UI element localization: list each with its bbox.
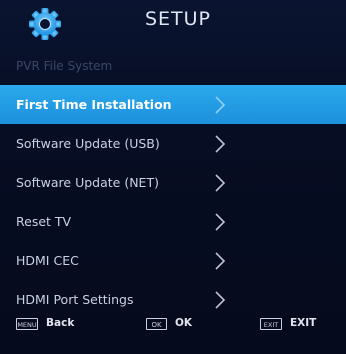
chevron-right-icon bbox=[215, 135, 226, 153]
menu-item-label: Software Update (NET) bbox=[16, 175, 159, 190]
menu-header: SETUP bbox=[0, 0, 346, 48]
menu-item-software-update-usb[interactable]: Software Update (USB) bbox=[0, 124, 346, 163]
menu-item-label: HDMI CEC bbox=[16, 253, 79, 268]
menu-key-icon: MENU bbox=[16, 318, 38, 330]
footer-key-hints: MENU Back OK OK EXIT EXIT bbox=[0, 316, 346, 336]
menu-title: SETUP bbox=[144, 8, 212, 30]
menu-item-first-time-installation[interactable]: First Time Installation bbox=[0, 85, 346, 124]
ok-key-icon: OK bbox=[146, 318, 167, 330]
back-hint-label: Back bbox=[46, 317, 75, 329]
setup-menu-list: First Time Installation Software Update … bbox=[0, 85, 346, 319]
menu-item-hdmi-cec[interactable]: HDMI CEC bbox=[0, 241, 346, 280]
chevron-right-icon bbox=[215, 213, 226, 231]
exit-key-icon: EXIT bbox=[260, 318, 282, 330]
menu-item-label: First Time Installation bbox=[16, 97, 172, 112]
chevron-right-icon bbox=[215, 252, 226, 270]
ok-hint-label: OK bbox=[175, 317, 193, 329]
menu-item-pvr-file-system: PVR File System bbox=[16, 59, 113, 73]
setup-menu-screen: SETUP PVR File System First Time Install… bbox=[0, 0, 346, 354]
exit-hint-label: EXIT bbox=[290, 317, 317, 329]
chevron-right-icon bbox=[215, 96, 226, 114]
menu-item-reset-tv[interactable]: Reset TV bbox=[0, 202, 346, 241]
menu-item-software-update-net[interactable]: Software Update (NET) bbox=[0, 163, 346, 202]
chevron-right-icon bbox=[215, 291, 226, 309]
menu-item-hdmi-port-settings[interactable]: HDMI Port Settings bbox=[0, 280, 346, 319]
menu-item-label: HDMI Port Settings bbox=[16, 292, 134, 307]
menu-item-label: Software Update (USB) bbox=[16, 136, 160, 151]
chevron-right-icon bbox=[215, 174, 226, 192]
menu-item-label: Reset TV bbox=[16, 214, 72, 229]
